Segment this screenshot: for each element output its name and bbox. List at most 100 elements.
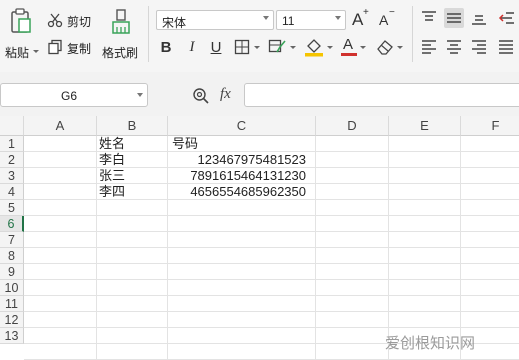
watermark-text: 爱创根知识网 — [385, 335, 476, 352]
name-box[interactable]: G6 — [0, 83, 148, 107]
cell-format-icon — [268, 39, 286, 53]
format-painter-label: 格式刷 — [102, 46, 139, 60]
row-header[interactable]: 12 — [0, 312, 24, 328]
formula-input[interactable] — [244, 83, 519, 107]
cell-b3[interactable]: 张三 — [99, 168, 125, 184]
font-color-swatch — [341, 53, 357, 56]
column-header-c[interactable]: C — [168, 116, 316, 136]
select-all-corner[interactable] — [0, 116, 24, 136]
underline-button[interactable]: U — [206, 37, 226, 57]
copy-icon — [48, 39, 62, 55]
justify-icon — [499, 40, 513, 54]
align-top-button[interactable] — [419, 8, 439, 28]
justify-button[interactable] — [496, 37, 516, 57]
align-left-button[interactable] — [419, 37, 439, 57]
paste-icon — [11, 8, 31, 33]
font-size-value: 11 — [282, 14, 295, 28]
copy-button[interactable]: 复制 — [47, 37, 95, 57]
row-header[interactable]: 2 — [0, 152, 24, 168]
row-header[interactable]: 1 — [0, 136, 24, 152]
minus-superscript-icon: − — [389, 7, 395, 18]
align-middle-button[interactable] — [444, 8, 464, 28]
align-bottom-button[interactable] — [469, 8, 489, 28]
cut-label: 剪切 — [67, 15, 92, 29]
bold-icon: B — [160, 38, 172, 56]
align-right-button[interactable] — [469, 37, 489, 57]
spreadsheet-grid: A B C D E F 1 2 3 4 5 6 7 8 9 10 11 12 1… — [0, 116, 519, 360]
column-header-b[interactable]: B — [97, 116, 168, 136]
cell-c2[interactable]: 123467975481523 — [170, 152, 306, 168]
column-header-e[interactable]: E — [389, 116, 461, 136]
zoom-search-icon[interactable] — [192, 87, 210, 105]
font-name-select[interactable]: 宋体 — [156, 10, 274, 30]
row-header[interactable]: 9 — [0, 264, 24, 280]
underline-icon: U — [210, 38, 222, 56]
cell-style-button[interactable] — [268, 37, 300, 57]
row-header[interactable]: 11 — [0, 296, 24, 312]
row-header[interactable]: 13 — [0, 328, 24, 344]
cell-c4[interactable]: 4656554685962350 — [170, 184, 306, 200]
align-top-icon — [422, 11, 436, 21]
cell-b4[interactable]: 李四 — [99, 184, 125, 200]
chevron-down-icon — [360, 46, 366, 49]
align-left-icon — [422, 40, 436, 54]
format-painter-button[interactable]: 格式刷 — [100, 6, 140, 60]
row-header[interactable]: 4 — [0, 184, 24, 200]
row-header[interactable]: 8 — [0, 248, 24, 264]
column-header-a[interactable]: A — [24, 116, 97, 136]
borders-icon — [234, 39, 250, 55]
italic-icon: I — [189, 38, 195, 55]
align-right-icon — [472, 40, 486, 54]
clear-format-button[interactable] — [376, 37, 406, 57]
row-header[interactable]: 10 — [0, 280, 24, 296]
paint-bucket-icon — [305, 39, 323, 57]
fx-label[interactable]: fx — [220, 86, 231, 103]
chevron-down-icon — [327, 46, 333, 49]
cell-c1[interactable]: 号码 — [172, 136, 198, 152]
chevron-down-icon — [397, 46, 403, 49]
row-header[interactable]: 5 — [0, 200, 24, 216]
font-name-value: 宋体 — [162, 16, 187, 30]
wrap-text-button[interactable] — [496, 8, 516, 28]
font-size-select[interactable]: 11 — [276, 10, 346, 30]
grow-font-button[interactable]: A + — [350, 7, 372, 31]
copy-label: 复制 — [67, 42, 92, 56]
ribbon-divider — [412, 6, 413, 62]
chevron-down-icon — [290, 46, 296, 49]
chevron-down-icon — [137, 93, 143, 97]
bold-button[interactable]: B — [156, 37, 176, 57]
paste-label: 粘贴 — [5, 46, 30, 60]
chevron-down-icon — [263, 16, 269, 20]
font-color-icon: A — [343, 36, 354, 53]
shrink-font-icon: A — [379, 12, 389, 28]
row-header-active[interactable]: 6 — [0, 216, 24, 232]
row-header[interactable]: 7 — [0, 232, 24, 248]
column-header-f[interactable]: F — [461, 116, 519, 136]
column-header-d[interactable]: D — [316, 116, 389, 136]
ribbon-toolbar: 粘贴 剪切 复制 格式刷 宋体 11 A + A − B I U A — [0, 0, 519, 72]
font-color-button[interactable]: A — [340, 36, 368, 57]
cell-b1[interactable]: 姓名 — [99, 136, 125, 152]
brush-icon — [112, 9, 130, 34]
align-center-button[interactable] — [444, 37, 464, 57]
align-center-icon — [447, 40, 461, 54]
row-header[interactable]: 3 — [0, 168, 24, 184]
borders-button[interactable] — [234, 37, 264, 57]
shrink-font-button[interactable]: A − — [377, 7, 399, 31]
italic-button[interactable]: I — [182, 37, 202, 57]
wrap-arrow-icon — [498, 12, 514, 24]
chevron-down-icon — [254, 46, 260, 49]
paste-button[interactable]: 粘贴 — [2, 6, 40, 60]
cell-b2[interactable]: 李白 — [99, 152, 125, 168]
cell-c3[interactable]: 7891615464131230 — [170, 168, 306, 184]
paste-dropdown-icon[interactable] — [33, 50, 39, 53]
chevron-down-icon — [335, 16, 341, 20]
name-box-value: G6 — [61, 89, 78, 103]
cut-button[interactable]: 剪切 — [47, 10, 95, 30]
align-bottom-icon — [472, 15, 486, 25]
formula-bar: G6 fx — [0, 78, 519, 112]
align-middle-icon — [447, 13, 461, 23]
plus-superscript-icon: + — [363, 7, 369, 18]
fill-color-button[interactable] — [304, 37, 336, 57]
scissors-icon — [47, 13, 63, 28]
